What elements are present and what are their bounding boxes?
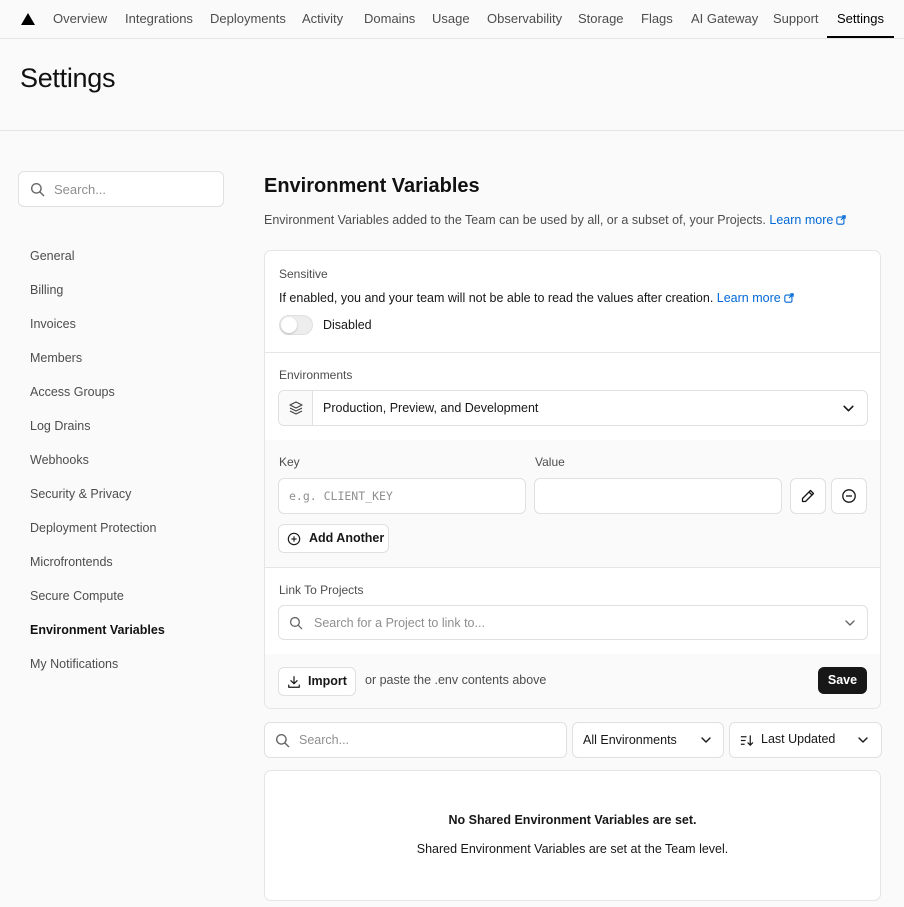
learn-more-label: Learn more xyxy=(769,213,834,227)
sidebar-item-webhooks[interactable]: Webhooks xyxy=(30,453,89,467)
value-input[interactable] xyxy=(534,478,782,514)
divider xyxy=(265,567,880,568)
environments-label: Environments xyxy=(279,368,353,382)
description-text: Environment Variables added to the Team … xyxy=(264,213,766,227)
page-header: Settings xyxy=(0,39,904,131)
tab-overview[interactable]: Overview xyxy=(53,0,107,39)
sensitive-label: Sensitive xyxy=(279,267,328,281)
form-footer: Import or paste the .env contents above … xyxy=(265,654,880,708)
layers-icon-box xyxy=(279,391,313,425)
tab-observability[interactable]: Observability xyxy=(487,0,562,39)
sidebar-item-security-privacy[interactable]: Security & Privacy xyxy=(30,487,131,501)
key-placeholder: e.g. CLIENT_KEY xyxy=(289,489,393,503)
sidebar-item-secure-compute[interactable]: Secure Compute xyxy=(30,589,124,603)
env-var-search-placeholder: Search... xyxy=(299,733,350,747)
empty-state-subtitle: Shared Environment Variables are set at … xyxy=(416,842,729,856)
chevron-down-icon xyxy=(701,737,711,743)
download-icon xyxy=(288,676,300,688)
sidebar-item-environment-variables[interactable]: Environment Variables xyxy=(30,623,165,637)
paste-hint: or paste the .env contents above xyxy=(365,673,547,687)
layers-icon xyxy=(289,401,303,415)
environment-filter-value: All Environments xyxy=(583,733,677,747)
sidebar-item-deployment-protection[interactable]: Deployment Protection xyxy=(30,521,156,535)
tab-settings[interactable]: Settings xyxy=(837,0,884,39)
learn-more-link[interactable]: Learn more xyxy=(769,213,847,227)
tab-deployments[interactable]: Deployments xyxy=(210,0,286,39)
toggle-state-label: Disabled xyxy=(323,318,372,332)
search-icon xyxy=(30,182,45,197)
chevron-down-icon xyxy=(858,737,868,743)
empty-state-title: No Shared Environment Variables are set. xyxy=(448,813,697,827)
add-env-var-form: Sensitive If enabled, you and your team … xyxy=(264,250,881,709)
tab-flags[interactable]: Flags xyxy=(641,0,673,39)
external-link-icon xyxy=(784,293,794,303)
active-tab-indicator xyxy=(827,36,894,38)
top-navigation: Overview Integrations Deployments Activi… xyxy=(0,0,904,39)
import-label: Import xyxy=(308,674,347,688)
tab-activity[interactable]: Activity xyxy=(302,0,343,39)
sidebar-search-input[interactable]: Search... xyxy=(18,171,224,207)
sensitive-description: If enabled, you and your team will not b… xyxy=(279,291,794,305)
project-search-placeholder: Search for a Project to link to... xyxy=(314,616,485,630)
project-search-combobox[interactable]: Search for a Project to link to... xyxy=(278,605,868,640)
tab-usage[interactable]: Usage xyxy=(432,0,470,39)
external-link-icon xyxy=(836,215,847,225)
pencil-icon xyxy=(801,489,815,503)
tab-storage[interactable]: Storage xyxy=(578,0,624,39)
tab-support[interactable]: Support xyxy=(773,0,819,39)
sidebar-item-members[interactable]: Members xyxy=(30,351,82,365)
add-another-label: Add Another xyxy=(309,531,385,545)
key-input[interactable]: e.g. CLIENT_KEY xyxy=(278,478,526,514)
empty-state: No Shared Environment Variables are set.… xyxy=(264,770,881,901)
section-description: Environment Variables added to the Team … xyxy=(264,213,847,227)
vercel-logo-icon[interactable] xyxy=(21,13,35,25)
minus-circle-icon xyxy=(842,489,856,503)
tab-domains[interactable]: Domains xyxy=(364,0,415,39)
chevron-down-icon xyxy=(845,620,855,626)
sensitive-learn-more-link[interactable]: Learn more xyxy=(717,291,794,305)
tab-integrations[interactable]: Integrations xyxy=(125,0,193,39)
sidebar-search-placeholder: Search... xyxy=(54,182,107,197)
plus-circle-icon xyxy=(287,532,301,546)
divider xyxy=(265,352,880,353)
sensitive-description-text: If enabled, you and your team will not b… xyxy=(279,291,714,305)
remove-row-button[interactable] xyxy=(831,478,867,514)
link-projects-label: Link To Projects xyxy=(279,583,364,597)
search-icon xyxy=(275,733,290,748)
add-another-button[interactable]: Add Another xyxy=(278,524,389,553)
value-label: Value xyxy=(535,455,565,469)
env-var-search-input[interactable]: Search... xyxy=(264,722,567,758)
edit-value-button[interactable] xyxy=(790,478,826,514)
sort-icon xyxy=(740,735,754,746)
chevron-down-icon xyxy=(843,405,854,412)
sensitive-learn-more-label: Learn more xyxy=(716,291,781,305)
sidebar-item-microfrontends[interactable]: Microfrontends xyxy=(30,555,113,569)
key-label: Key xyxy=(279,455,300,469)
environment-filter-select[interactable]: All Environments xyxy=(572,722,724,758)
sidebar-item-general[interactable]: General xyxy=(30,249,74,263)
tab-ai-gateway[interactable]: AI Gateway xyxy=(691,0,758,39)
import-button[interactable]: Import xyxy=(278,667,356,696)
toggle-knob xyxy=(281,317,297,333)
sidebar-item-access-groups[interactable]: Access Groups xyxy=(30,385,115,399)
sensitive-toggle[interactable] xyxy=(279,315,313,335)
sort-select[interactable]: Last Updated xyxy=(729,722,882,758)
search-icon xyxy=(289,616,303,630)
sidebar-item-my-notifications[interactable]: My Notifications xyxy=(30,657,118,671)
page-title: Settings xyxy=(20,63,116,93)
save-button[interactable]: Save xyxy=(818,667,867,694)
sidebar-item-log-drains[interactable]: Log Drains xyxy=(30,419,90,433)
environments-select[interactable]: Production, Preview, and Development xyxy=(278,390,868,426)
sidebar-item-billing[interactable]: Billing xyxy=(30,283,63,297)
environments-selected-value: Production, Preview, and Development xyxy=(323,401,539,415)
sidebar-item-invoices[interactable]: Invoices xyxy=(30,317,76,331)
section-title: Environment Variables xyxy=(264,175,480,197)
sort-value: Last Updated xyxy=(761,732,836,746)
